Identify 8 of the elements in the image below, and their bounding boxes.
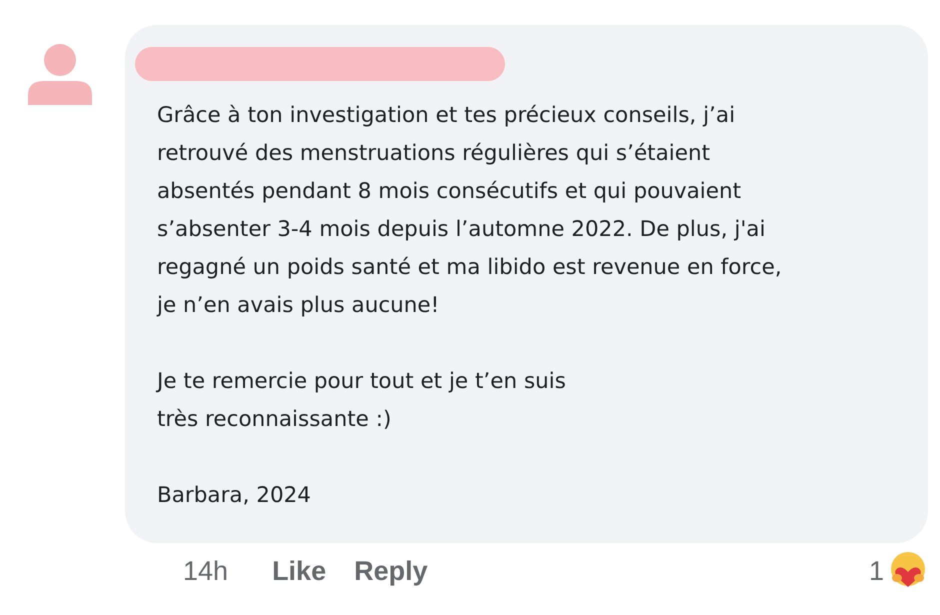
like-button[interactable]: Like <box>272 551 326 592</box>
timestamp: 14h <box>183 555 228 588</box>
comment-paragraph: Grâce à ton investigation et tes précieux conseils, j’ai retrouvé des menstruations régulières qui s’étaient absentés pendant 8 mois consécutifs et qui pouvaient s’absenter 3-4 mois depuis l’automne 2022. De plus, j'ai regagné un poids santé et ma libido est revenue en force, je n’en avais plus aucune! <box>157 102 783 320</box>
avatar-icon <box>28 43 92 105</box>
reaction-count: 1 <box>868 555 884 588</box>
reply-button[interactable]: Reply <box>354 551 428 592</box>
comment-paragraph: Barbara, 2024 <box>157 482 312 510</box>
comment-paragraph: Je te remercie pour tout et je t’en suis très reconnaissante :) <box>157 368 567 434</box>
